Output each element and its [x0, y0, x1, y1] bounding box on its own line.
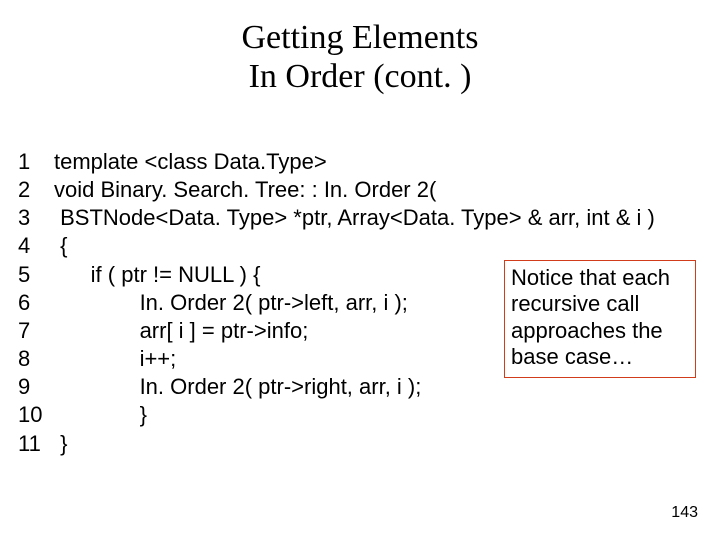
code-text: } — [54, 430, 702, 458]
code-line: 11 } — [18, 430, 702, 458]
line-number: 9 — [18, 373, 54, 401]
slide-title: Getting Elements In Order (cont. ) — [0, 0, 720, 96]
line-number: 7 — [18, 317, 54, 345]
code-line: 1template <class Data.Type> — [18, 148, 702, 176]
line-number: 4 — [18, 232, 54, 260]
code-text: template <class Data.Type> — [54, 148, 702, 176]
code-text: BSTNode<Data. Type> *ptr, Array<Data. Ty… — [54, 204, 702, 232]
line-number: 1 — [18, 148, 54, 176]
line-number: 11 — [18, 430, 54, 458]
line-number: 6 — [18, 289, 54, 317]
code-text: void Binary. Search. Tree: : In. Order 2… — [54, 176, 702, 204]
page-number: 143 — [671, 504, 698, 522]
code-line: 3 BSTNode<Data. Type> *ptr, Array<Data. … — [18, 204, 702, 232]
callout-box: Notice that each recursive call approach… — [504, 260, 696, 378]
code-line: 4 { — [18, 232, 702, 260]
code-line: 10 } — [18, 401, 702, 429]
code-line: 2void Binary. Search. Tree: : In. Order … — [18, 176, 702, 204]
line-number: 8 — [18, 345, 54, 373]
code-text: { — [54, 232, 702, 260]
slide: Getting Elements In Order (cont. ) 1temp… — [0, 0, 720, 540]
code-text: } — [54, 401, 702, 429]
line-number: 5 — [18, 261, 54, 289]
line-number: 3 — [18, 204, 54, 232]
title-line-2: In Order (cont. ) — [0, 57, 720, 96]
title-line-1: Getting Elements — [0, 18, 720, 57]
line-number: 10 — [18, 401, 54, 429]
line-number: 2 — [18, 176, 54, 204]
callout-text: Notice that each recursive call approach… — [511, 265, 670, 369]
